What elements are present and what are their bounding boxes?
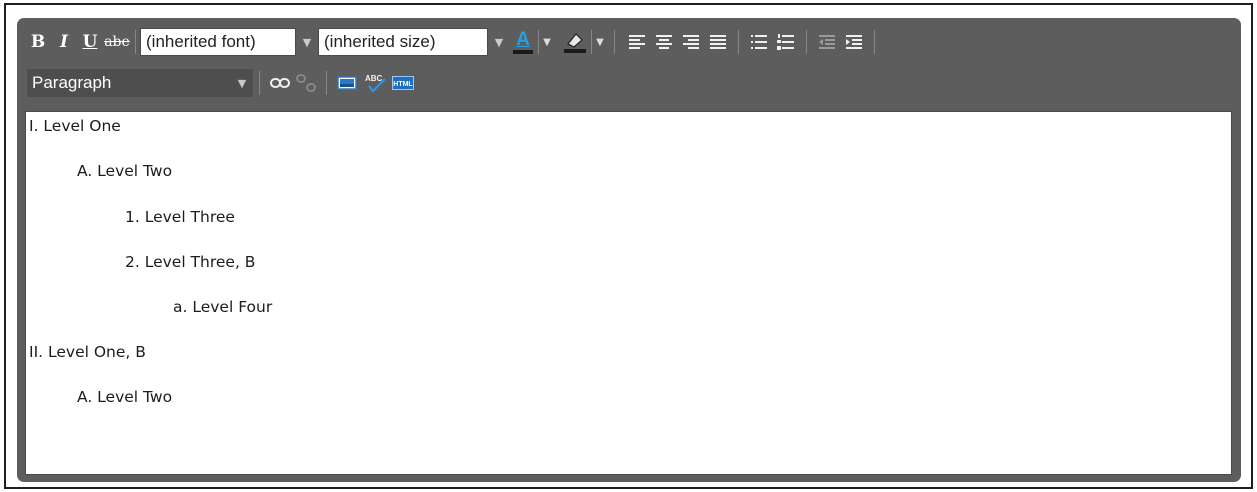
- toolbar-separator: [591, 30, 592, 54]
- text-color-icon: A: [516, 28, 530, 50]
- align-center-button[interactable]: [652, 30, 676, 54]
- indent-icon: [846, 35, 862, 49]
- toolbar-row-1: B I U abe (inherited font) ▼ (inherited …: [27, 28, 879, 56]
- underline-button[interactable]: U: [79, 30, 101, 54]
- spellcheck-icon: ABC: [365, 74, 386, 93]
- numbered-list-icon: [777, 34, 794, 50]
- text-color-button[interactable]: A: [510, 30, 536, 54]
- highlight-dropdown-arrow[interactable]: ▼: [594, 37, 606, 48]
- spellcheck-button[interactable]: ABC: [363, 71, 387, 95]
- svg-text:HTML: HTML: [393, 81, 413, 88]
- justify-button[interactable]: [706, 30, 730, 54]
- outline-line-level-3: 2. Level Three, B: [125, 253, 256, 271]
- image-icon: [337, 76, 357, 90]
- svg-text:ABC: ABC: [365, 74, 383, 83]
- toolbar-separator: [259, 71, 260, 95]
- toolbar-separator: [738, 30, 739, 54]
- insert-image-button[interactable]: [335, 71, 359, 95]
- outline-line-level-1: I. Level One: [29, 117, 121, 135]
- font-size-select[interactable]: (inherited size): [318, 28, 488, 56]
- insert-link-button[interactable]: [268, 71, 292, 95]
- bullet-list-icon: [751, 35, 767, 49]
- html-source-button[interactable]: HTML: [391, 71, 415, 95]
- toolbar-separator: [538, 30, 539, 54]
- highlight-icon: [567, 32, 583, 48]
- align-center-icon: [656, 35, 672, 49]
- toolbar-separator: [135, 30, 136, 54]
- strikethrough-button[interactable]: abe: [103, 30, 131, 54]
- block-format-select[interactable]: Paragraph: [27, 69, 231, 97]
- outline-line-level-2: A. Level Two: [77, 162, 173, 180]
- align-right-icon: [683, 35, 699, 49]
- unlink-button[interactable]: [294, 71, 318, 95]
- rich-text-editor: B I U abe (inherited font) ▼ (inherited …: [17, 18, 1241, 482]
- font-size-dropdown-arrow[interactable]: ▼: [488, 30, 510, 54]
- align-left-button[interactable]: [625, 30, 649, 54]
- outline-line-level-1: II. Level One, B: [29, 343, 146, 361]
- html-source-icon: HTML: [392, 76, 414, 90]
- toolbar-separator: [874, 30, 875, 54]
- outdent-button[interactable]: [815, 30, 839, 54]
- highlight-color-button[interactable]: [561, 30, 589, 54]
- toolbar-separator: [806, 30, 807, 54]
- outline-line-level-4: a. Level Four: [173, 298, 273, 316]
- editor-content-area[interactable]: I. Level One A. Level Two 1. Level Three…: [25, 111, 1232, 475]
- outline-line-level-2: A. Level Two: [77, 388, 173, 406]
- bold-button[interactable]: B: [27, 30, 49, 54]
- align-left-icon: [629, 35, 645, 49]
- unlink-icon: [296, 74, 316, 92]
- outdent-icon: [819, 35, 835, 49]
- outline-line-level-3: 1. Level Three: [125, 208, 235, 226]
- toolbar-separator: [614, 30, 615, 54]
- bullet-list-button[interactable]: [747, 30, 771, 54]
- text-color-dropdown-arrow[interactable]: ▼: [541, 37, 553, 48]
- indent-button[interactable]: [842, 30, 866, 54]
- toolbar-separator: [326, 71, 327, 95]
- link-icon: [270, 78, 290, 88]
- block-format-dropdown-arrow[interactable]: ▼: [231, 69, 253, 97]
- numbered-list-button[interactable]: [774, 30, 798, 54]
- font-family-dropdown-arrow[interactable]: ▼: [296, 30, 318, 54]
- italic-button[interactable]: I: [53, 30, 75, 54]
- font-family-select[interactable]: (inherited font): [140, 28, 296, 56]
- justify-icon: [710, 35, 726, 49]
- align-right-button[interactable]: [679, 30, 703, 54]
- toolbar-row-2: Paragraph ▼ ABC HTML: [27, 69, 415, 97]
